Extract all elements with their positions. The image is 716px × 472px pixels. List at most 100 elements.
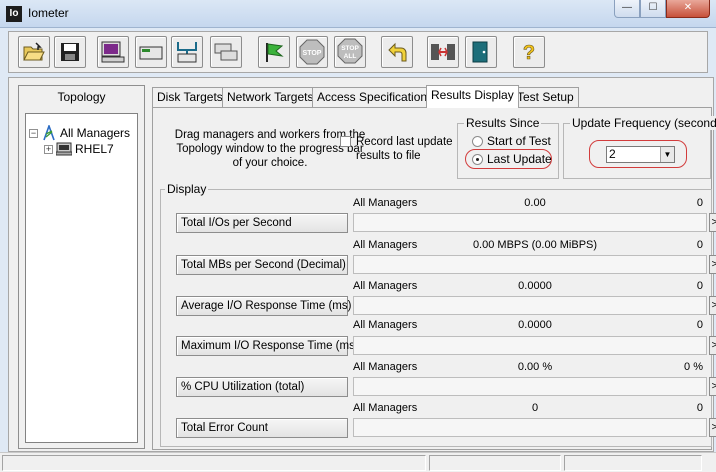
maximize-button[interactable]: ☐ xyxy=(640,0,666,18)
metric-arrow-button[interactable]: > xyxy=(709,213,716,232)
duplicate-worker-button[interactable] xyxy=(210,36,242,68)
tree-item-all-managers[interactable]: − All Managers xyxy=(29,125,130,141)
tab-test-setup[interactable]: Test Setup xyxy=(512,87,579,107)
metric-arrow-button[interactable]: > xyxy=(709,255,716,274)
tab-access-specifications[interactable]: Access Specifications xyxy=(312,87,439,107)
metric-arrow-button[interactable]: > xyxy=(709,336,716,355)
update-frequency-group: Update Frequency (seconds) 2 ▼ xyxy=(563,116,716,179)
metric-avg-response-button[interactable]: Average I/O Response Time (ms) xyxy=(176,296,351,316)
metric-progress-bar[interactable] xyxy=(353,418,707,437)
row-manager-label: All Managers xyxy=(353,319,418,331)
tab-network-targets[interactable]: Network Targets xyxy=(222,87,319,107)
highlight-oval-last-update xyxy=(465,149,552,169)
tree-item-label: RHEL7 xyxy=(75,142,114,156)
close-button[interactable]: ✕ xyxy=(666,0,710,18)
expand-icon[interactable]: + xyxy=(44,144,53,154)
stop-sign-icon: STOP xyxy=(299,39,325,65)
metric-total-ios-button[interactable]: Total I/Os per Second xyxy=(176,213,348,233)
save-config-button[interactable] xyxy=(54,36,86,68)
metric-progress-bar[interactable] xyxy=(353,213,707,232)
row-manager-label: All Managers xyxy=(353,361,418,373)
title-bar[interactable]: Io Iometer — ☐ ✕ xyxy=(0,0,716,28)
status-pane-3 xyxy=(564,455,702,471)
tab-disk-targets[interactable]: Disk Targets xyxy=(152,87,228,107)
start-disk-worker-button[interactable] xyxy=(135,36,167,68)
exit-door-icon xyxy=(472,41,488,63)
metric-progress-bar[interactable] xyxy=(353,377,707,396)
row-right-value: 0 xyxy=(696,319,703,331)
metric-cpu-utilization-button[interactable]: % CPU Utilization (total) xyxy=(176,377,348,397)
row-right-value: 0 xyxy=(696,280,703,292)
row-value: 0.0000 xyxy=(518,280,552,292)
record-results-checkbox[interactable] xyxy=(340,136,351,147)
results-since-group: Results Since Start of Test Last Update xyxy=(457,116,559,179)
stop-all-label: STOP xyxy=(341,45,359,52)
update-frequency-title: Update Frequency (seconds) xyxy=(570,116,716,130)
toolbar: STOP STOP ALL ? xyxy=(8,31,708,73)
row-value: 0 xyxy=(531,402,539,414)
row-manager-label: All Managers xyxy=(353,239,418,251)
start-display-manager-button[interactable] xyxy=(97,36,129,68)
topology-pane: Topology − All Managers + RHEL7 xyxy=(18,85,145,449)
open-config-button[interactable] xyxy=(18,36,50,68)
metric-arrow-button[interactable]: > xyxy=(709,296,716,315)
row-value: 0.00 MBPS (0.00 MiBPS) xyxy=(472,239,598,251)
disk-worker-icon xyxy=(139,46,163,60)
question-mark-icon: ? xyxy=(523,42,536,64)
display-group: Display All Managers 0.00 0 Total I/Os p… xyxy=(160,182,716,447)
status-pane-2 xyxy=(429,455,561,471)
yellow-return-arrow-icon xyxy=(388,42,407,62)
metric-total-error-count-button[interactable]: Total Error Count xyxy=(176,418,348,438)
topology-title: Topology xyxy=(57,90,106,104)
row-value: 0.00 xyxy=(524,197,546,209)
save-disk-icon xyxy=(61,43,79,61)
stop-all-sublabel: ALL xyxy=(344,53,357,60)
status-pane-main xyxy=(2,455,426,471)
stop-all-button[interactable]: STOP ALL xyxy=(334,36,366,68)
disconnect-icon xyxy=(431,44,455,60)
radio-button[interactable] xyxy=(472,135,483,147)
row-value: 0.00 % xyxy=(517,361,553,373)
stop-all-icon: STOPALL xyxy=(337,38,363,64)
about-label: ? xyxy=(523,42,535,64)
tree-item-rhel7[interactable]: + RHEL7 xyxy=(44,141,114,157)
tab-results-display[interactable]: Results Display xyxy=(426,85,519,108)
row-right-value: 0 % xyxy=(684,361,703,373)
record-results-label: Record last update results to file xyxy=(356,136,453,162)
metric-arrow-button[interactable]: > xyxy=(709,418,716,437)
stop-label: STOP xyxy=(303,50,322,57)
radio-start-of-test[interactable]: Start of Test xyxy=(472,134,551,148)
metric-total-mbs-button[interactable]: Total MBs per Second (Decimal) xyxy=(176,255,348,275)
highlight-oval-frequency xyxy=(589,140,687,168)
row-manager-label: All Managers xyxy=(353,402,418,414)
row-manager-label: All Managers xyxy=(353,280,418,292)
main-client-area: Topology − All Managers + RHEL7 Disk Tar… xyxy=(8,77,716,452)
manager-computer-icon xyxy=(56,142,72,156)
start-network-worker-button[interactable] xyxy=(171,36,203,68)
minimize-button[interactable]: — xyxy=(614,0,640,18)
green-flag-icon xyxy=(266,43,284,62)
reset-workers-button[interactable] xyxy=(381,36,413,68)
about-button[interactable]: ? xyxy=(513,36,545,68)
row-right-value: 0 xyxy=(696,239,703,251)
display-title: Display xyxy=(165,182,209,196)
metric-max-response-button[interactable]: Maximum I/O Response Time (ms) xyxy=(176,336,359,356)
metric-progress-bar[interactable] xyxy=(353,255,707,274)
topology-tree[interactable]: − All Managers + RHEL7 xyxy=(25,113,138,443)
copy-worker-icon xyxy=(214,43,238,61)
radio-label: Start of Test xyxy=(487,134,551,148)
record-results-checkbox-row[interactable]: Record last update results to file xyxy=(340,135,456,163)
exit-button[interactable] xyxy=(465,36,497,68)
window-title: Iometer xyxy=(28,6,69,20)
metric-arrow-button[interactable]: > xyxy=(709,377,716,396)
start-tests-button[interactable] xyxy=(258,36,290,68)
collapse-icon[interactable]: − xyxy=(29,128,38,138)
iometer-app-icon: Io xyxy=(6,6,22,22)
stop-button[interactable]: STOP xyxy=(296,36,328,68)
metric-progress-bar[interactable] xyxy=(353,336,707,355)
row-right-value: 0 xyxy=(696,402,703,414)
status-bar xyxy=(0,452,716,472)
disconnect-managers-button[interactable] xyxy=(427,36,459,68)
metric-progress-bar[interactable] xyxy=(353,296,707,315)
row-manager-label: All Managers xyxy=(353,197,418,209)
